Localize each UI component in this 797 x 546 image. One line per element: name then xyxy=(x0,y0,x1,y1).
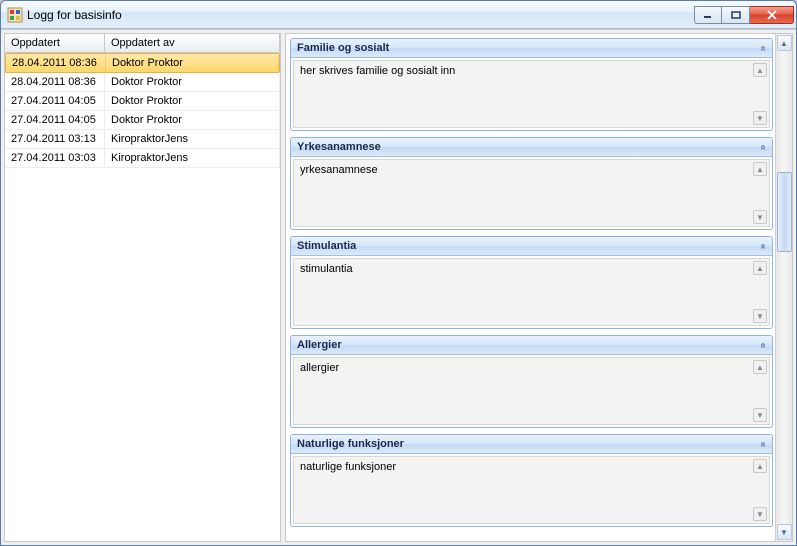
table-row[interactable]: 27.04.2011 04:05Doktor Proktor xyxy=(5,92,280,111)
panel-body: allergier▲▼ xyxy=(293,357,770,425)
field-scrollbar[interactable]: ▲▼ xyxy=(753,360,767,422)
scroll-track[interactable] xyxy=(777,52,792,523)
panel-body: her skrives familie og sosialt inn▲▼ xyxy=(293,60,770,128)
field-scroll-down-icon[interactable]: ▼ xyxy=(753,210,767,224)
close-button[interactable] xyxy=(750,6,794,24)
vertical-scrollbar[interactable]: ▲ ▼ xyxy=(775,34,792,541)
panel-content: naturlige funksjoner xyxy=(300,461,763,473)
panel-body: stimulantia▲▼ xyxy=(293,258,770,326)
field-scroll-up-icon[interactable]: ▲ xyxy=(753,63,767,77)
app-window: Logg for basisinfo Oppdatert Oppdatert a… xyxy=(0,0,797,546)
field-scrollbar[interactable]: ▲▼ xyxy=(753,459,767,521)
table-header: Oppdatert Oppdatert av xyxy=(5,34,280,53)
field-scroll-down-icon[interactable]: ▼ xyxy=(753,309,767,323)
panel-title: Naturlige funksjoner xyxy=(297,438,404,450)
maximize-button[interactable] xyxy=(722,6,750,24)
cell-updated-by: Doktor Proktor xyxy=(105,73,280,91)
field-scroll-up-icon[interactable]: ▲ xyxy=(753,261,767,275)
table-row[interactable]: 28.04.2011 08:36Doktor Proktor xyxy=(5,53,280,73)
detail-panel: Familie og sosialt « her skrives familie o… xyxy=(285,33,793,542)
client-area: Oppdatert Oppdatert av 28.04.2011 08:36D… xyxy=(1,29,796,545)
panel-header[interactable]: Familie og sosialt « xyxy=(291,39,772,58)
field-scroll-up-icon[interactable]: ▲ xyxy=(753,360,767,374)
panel-header[interactable]: Allergier « xyxy=(291,336,772,355)
window-title: Logg for basisinfo xyxy=(27,8,694,22)
panel-title: Stimulantia xyxy=(297,240,356,252)
field-scroll-down-icon[interactable]: ▼ xyxy=(753,408,767,422)
cell-updated: 27.04.2011 04:05 xyxy=(5,92,105,110)
panel-content: yrkesanamnese xyxy=(300,164,763,176)
table-row[interactable]: 27.04.2011 03:03KiropraktorJens xyxy=(5,149,280,168)
app-icon xyxy=(7,7,23,23)
minimize-button[interactable] xyxy=(694,6,722,24)
collapse-icon[interactable]: « xyxy=(758,45,769,51)
log-table-panel: Oppdatert Oppdatert av 28.04.2011 08:36D… xyxy=(4,33,281,542)
collapsible-panel: Allergier«allergier▲▼ xyxy=(290,335,773,428)
window-controls xyxy=(694,6,794,24)
panel-title: Familie og sosialt xyxy=(297,42,389,54)
panel-title: Allergier xyxy=(297,339,342,351)
cell-updated: 27.04.2011 03:03 xyxy=(5,149,105,167)
cell-updated-by: Doktor Proktor xyxy=(105,92,280,110)
panel-body: naturlige funksjoner▲▼ xyxy=(293,456,770,524)
field-scrollbar[interactable]: ▲▼ xyxy=(753,63,767,125)
field-scrollbar[interactable]: ▲▼ xyxy=(753,261,767,323)
cell-updated-by: Doktor Proktor xyxy=(105,111,280,129)
collapsible-panel: Naturlige funksjoner « naturlige funksjone… xyxy=(290,434,773,527)
field-scroll-down-icon[interactable]: ▼ xyxy=(753,111,767,125)
cell-updated-by: KiropraktorJens xyxy=(105,149,280,167)
cell-updated: 28.04.2011 08:36 xyxy=(6,54,106,72)
panel-content: her skrives familie og sosialt inn xyxy=(300,65,763,77)
table-row[interactable]: 27.04.2011 04:05Doktor Proktor xyxy=(5,111,280,130)
field-scrollbar[interactable]: ▲▼ xyxy=(753,162,767,224)
collapsible-panel: Familie og sosialt « her skrives familie o… xyxy=(290,38,773,131)
cell-updated: 27.04.2011 03:13 xyxy=(5,130,105,148)
column-header-updated-by[interactable]: Oppdatert av xyxy=(105,34,280,52)
table-row[interactable]: 27.04.2011 03:13KiropraktorJens xyxy=(5,130,280,149)
cell-updated-by: KiropraktorJens xyxy=(105,130,280,148)
collapsible-panel: Stimulantia«stimulantia▲▼ xyxy=(290,236,773,329)
scroll-down-icon[interactable]: ▼ xyxy=(777,524,792,540)
collapse-icon[interactable]: « xyxy=(758,144,769,150)
collapsible-panel: Yrkesanamnese«yrkesanamnese▲▼ xyxy=(290,137,773,230)
panels-container: Familie og sosialt « her skrives familie o… xyxy=(286,34,775,541)
panel-header[interactable]: Stimulantia « xyxy=(291,237,772,256)
cell-updated: 27.04.2011 04:05 xyxy=(5,111,105,129)
cell-updated: 28.04.2011 08:36 xyxy=(5,73,105,91)
scroll-up-icon[interactable]: ▲ xyxy=(777,35,792,51)
titlebar[interactable]: Logg for basisinfo xyxy=(1,1,796,29)
panel-header[interactable]: Yrkesanamnese « xyxy=(291,138,772,157)
panel-content: stimulantia xyxy=(300,263,763,275)
field-scroll-down-icon[interactable]: ▼ xyxy=(753,507,767,521)
field-scroll-up-icon[interactable]: ▲ xyxy=(753,162,767,176)
cell-updated-by: Doktor Proktor xyxy=(106,54,279,72)
scroll-thumb[interactable] xyxy=(777,172,792,252)
panel-header[interactable]: Naturlige funksjoner « xyxy=(291,435,772,454)
panel-content: allergier xyxy=(300,362,763,374)
panel-title: Yrkesanamnese xyxy=(297,141,381,153)
field-scroll-up-icon[interactable]: ▲ xyxy=(753,459,767,473)
collapse-icon[interactable]: « xyxy=(758,441,769,447)
table-body: 28.04.2011 08:36Doktor Proktor28.04.2011… xyxy=(5,53,280,541)
panel-body: yrkesanamnese▲▼ xyxy=(293,159,770,227)
collapse-icon[interactable]: « xyxy=(758,243,769,249)
column-header-updated[interactable]: Oppdatert xyxy=(5,34,105,52)
collapse-icon[interactable]: « xyxy=(758,342,769,348)
table-row[interactable]: 28.04.2011 08:36Doktor Proktor xyxy=(5,73,280,92)
